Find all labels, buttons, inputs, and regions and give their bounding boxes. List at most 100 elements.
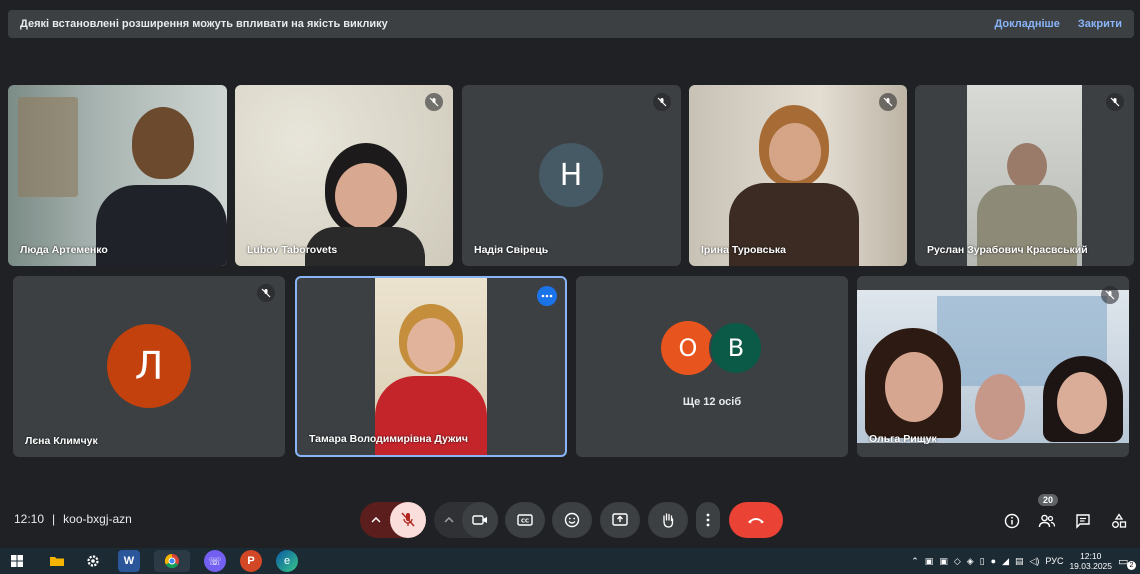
avatar: О [661,321,715,375]
clock-date: 19.03.2025 [1069,561,1112,571]
camera-group [434,502,498,538]
file-explorer-icon[interactable] [46,550,68,572]
info-icon [1004,513,1020,529]
chat-icon [1076,514,1090,529]
avatar: Л [107,324,191,408]
more-icon [706,513,710,527]
activities-button[interactable] [1108,510,1130,532]
avatar: Н [539,143,603,207]
mic-options-button[interactable] [360,502,392,538]
more-options-button[interactable] [696,502,720,538]
word-icon[interactable]: W [118,550,140,572]
meeting-details-button[interactable] [1001,510,1023,532]
chevron-up-icon [371,517,381,523]
mic-off-icon [1106,93,1124,111]
close-banner-link[interactable]: Закрити [1078,18,1122,30]
end-call-button[interactable] [729,502,783,538]
chrome-icon[interactable] [154,550,190,572]
mic-off-icon [879,93,897,111]
captions-icon: CC [517,514,533,526]
present-icon [612,513,628,526]
participant-tile[interactable]: Руслан Зурабович Красвський [915,85,1134,266]
meeting-code[interactable]: koo-bxgj-azn [63,512,132,526]
participant-video-figure [975,374,1025,440]
chat-button[interactable] [1072,510,1094,532]
avatar: В [709,321,763,375]
volume-icon[interactable]: ◁) [1030,556,1040,567]
meeting-controls-bar: 12:10 | koo-bxgj-azn CC 20 [0,490,1140,546]
participant-tile[interactable]: Л Лєна Климчук [13,276,285,457]
edge-icon[interactable]: e [276,550,298,572]
participant-tile[interactable]: Lubov Taborovets [235,85,453,266]
participant-name: Лєна Климчук [25,435,98,447]
battery-icon[interactable]: ▯ [980,556,985,567]
tray-app-icon[interactable]: ◇ [954,556,961,567]
participant-video-figure [132,107,194,179]
tray-app-icon[interactable]: ◈ [967,556,974,567]
participant-name: Люда Артеменко [20,244,108,256]
more-options-icon[interactable] [537,286,557,306]
participant-name: Тамара Володимирівна Дужич [309,433,468,445]
participant-video-figure [96,185,227,266]
participant-name: Lubov Taborovets [247,244,338,256]
learn-more-link[interactable]: Докладніше [994,18,1059,30]
banner-message: Деякі встановлені розширення можуть впли… [20,18,388,30]
camera-toggle-button[interactable] [462,502,498,538]
participant-video-figure [407,318,455,372]
people-button[interactable]: 20 [1036,494,1059,532]
participant-name: Ольга Рищук [869,433,937,445]
wifi-icon[interactable]: ◢ [1002,556,1009,567]
participant-video-figure [1007,143,1047,189]
emoji-icon [564,512,580,528]
participant-tile[interactable]: Люда Артеменко [8,85,227,266]
chevron-up-icon [444,517,454,523]
extensions-warning-banner: Деякі встановлені розширення можуть впли… [8,10,1134,38]
language-indicator[interactable]: РУС [1045,556,1063,566]
powerpoint-icon[interactable]: P [240,550,262,572]
raise-hand-button[interactable] [648,502,688,538]
others-count-label: Ще 12 осіб [682,396,742,408]
participant-video-figure [769,123,821,181]
mic-off-icon [401,512,415,527]
windows-start-icon[interactable] [6,550,28,572]
people-count-badge: 20 [1038,494,1059,506]
activities-icon [1112,513,1127,528]
participant-tile[interactable]: Ірина Туровська [689,85,907,266]
mic-off-icon [1101,286,1119,304]
emoji-button[interactable] [552,502,592,538]
present-button[interactable] [600,502,640,538]
hand-icon [663,513,674,528]
participant-tile[interactable]: Н Надія Свірець [462,85,681,266]
viber-icon[interactable]: ☏ [204,550,226,572]
participant-name: Ірина Туровська [701,244,787,256]
captions-button[interactable]: CC [505,502,545,538]
people-icon [1038,514,1056,528]
camera-icon [472,515,487,525]
meeting-info: 12:10 | koo-bxgj-azn [14,512,132,526]
windows-taskbar: W ☏ P e ⌃ ▣ ▣ ◇ ◈ ▯ ● ◢ ▤ ◁) РУС 12:10 1… [0,548,1140,574]
participant-video-figure [18,97,78,197]
tray-app-icon[interactable]: ▣ [939,556,948,567]
mic-off-icon [257,284,275,302]
participant-tile-active[interactable]: Тамара Володимирівна Дужич [295,276,567,457]
mic-group [360,502,426,538]
settings-gear-icon[interactable] [82,550,104,572]
network-icon[interactable]: ▤ [1015,556,1024,567]
system-clock[interactable]: 12:10 19.03.2025 [1069,551,1112,571]
camera-options-button[interactable] [434,502,464,538]
system-tray: ⌃ ▣ ▣ ◇ ◈ ▯ ● ◢ ▤ ◁) РУС 12:10 19.03.202… [911,548,1136,574]
chevron-up-icon[interactable]: ⌃ [911,556,919,567]
mic-icon[interactable]: ● [991,556,996,566]
notifications-icon[interactable]: ▭ 2 [1118,555,1136,570]
mic-toggle-button[interactable] [390,502,426,538]
mic-off-icon [653,93,671,111]
end-call-icon [748,518,764,524]
tray-app-icon[interactable]: ▣ [925,556,934,567]
clock-time: 12:10 [1080,551,1102,561]
participant-name: Надія Свірець [474,244,549,256]
mic-off-icon [425,93,443,111]
participant-tile[interactable]: Ольга Рищук [857,276,1129,457]
others-tile[interactable]: О В Ще 12 осіб [576,276,848,457]
meeting-time: 12:10 [14,512,45,526]
svg-text:CC: CC [521,519,529,525]
